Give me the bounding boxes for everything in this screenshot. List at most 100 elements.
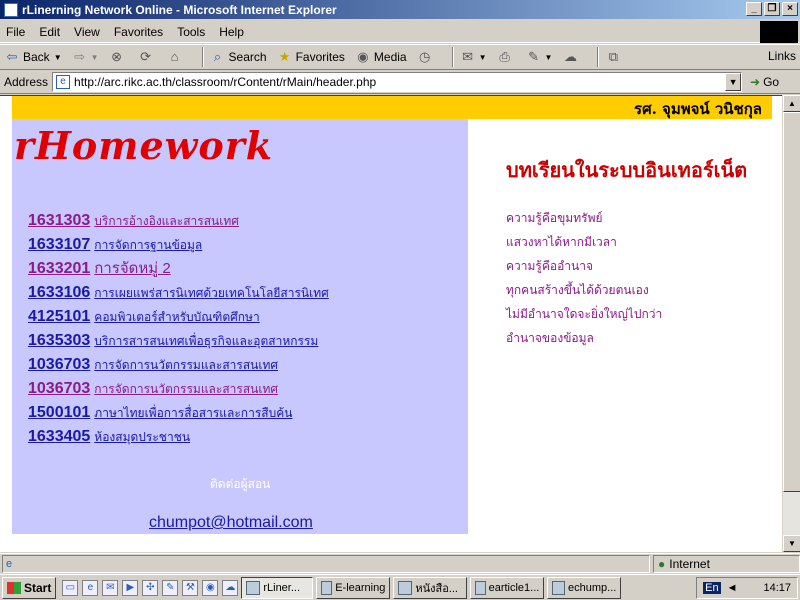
task-button[interactable]: E-learning <box>316 576 391 599</box>
course-link[interactable]: 1036703 การจัดการนวัตกรรมและสารสนเทศ <box>28 353 329 377</box>
app-task-icon <box>552 580 566 595</box>
window-title: rLinerning Network Online - Microsoft In… <box>22 2 337 17</box>
course-link[interactable]: 1633201 การจัดหมู่ 2 <box>28 257 329 281</box>
scroll-thumb[interactable] <box>783 112 800 492</box>
globe-icon: ● <box>658 556 666 571</box>
back-arrow-icon: ⇦ <box>6 49 18 64</box>
task-button[interactable]: echump... <box>547 576 622 599</box>
ie-quick-icon[interactable]: e <box>82 579 99 596</box>
menu-favorites[interactable]: Favorites <box>114 25 163 39</box>
edit-button[interactable]: ✎ ▼ <box>526 49 552 65</box>
minimize-button[interactable]: _ <box>746 2 762 16</box>
scroll-down-icon[interactable]: ▼ <box>783 535 800 552</box>
course-title: ภาษาไทยเพื่อการสื่อสารและการสืบค้น <box>94 406 293 420</box>
page-content: รศ. จุมพจน์ วนิชกุล rHomework 1631303 บริ… <box>0 95 782 552</box>
toolbar-separator <box>597 47 600 67</box>
volume-icon[interactable]: ◄ <box>727 582 738 594</box>
course-code: 1633201 <box>28 260 91 277</box>
back-button[interactable]: ⇦ Back ▼ <box>4 49 62 65</box>
quote-line: ทุกคนสร้างขึ้นได้ด้วยตนเอง <box>506 283 649 297</box>
status-bar: e ● Internet <box>0 553 800 573</box>
messenger-button[interactable]: ⧉ <box>605 49 624 65</box>
favorites-button[interactable]: ★ Favorites <box>277 49 345 65</box>
app-icon[interactable]: ⚒ <box>182 579 199 596</box>
quick-launch: ▭ e ✉ ▶ ✣ ✎ ⚒ ◉ ☁ <box>62 579 239 596</box>
links-button[interactable]: Links <box>768 49 796 63</box>
app-icon[interactable]: ☁ <box>222 579 239 596</box>
course-title: การเผยแพร่สารนิเทศด้วยเทคโนโลยีสารนิเทศ <box>94 286 329 300</box>
menu-view[interactable]: View <box>74 25 100 39</box>
course-link[interactable]: 1500101 ภาษาไทยเพื่อการสื่อสารและการสืบค้… <box>28 401 329 425</box>
course-link[interactable]: 1633106 การเผยแพร่สารนิเทศด้วยเทคโนโลยีสา… <box>28 281 329 305</box>
course-code: 1036703 <box>28 380 91 397</box>
search-button[interactable]: ⌕ Search <box>210 49 267 65</box>
start-button[interactable]: Start <box>2 576 57 599</box>
close-button[interactable]: × <box>782 2 798 16</box>
menu-edit[interactable]: Edit <box>39 25 60 39</box>
page-status-icon: e <box>6 557 13 570</box>
desktop-icon[interactable]: ▭ <box>62 579 79 596</box>
task-label: echump... <box>568 581 617 594</box>
task-label: E-learning <box>335 581 386 594</box>
course-code: 1633106 <box>28 284 91 301</box>
address-input[interactable]: e http://arc.rikc.ac.th/classroom/rConte… <box>52 71 743 92</box>
maximize-button[interactable]: ❐ <box>764 2 780 16</box>
mail-button[interactable]: ✉ ▼ <box>460 49 486 65</box>
task-button[interactable]: earticle1... <box>470 576 545 599</box>
vertical-scrollbar[interactable]: ▲ ▼ <box>782 95 800 552</box>
course-link[interactable]: 1635303 บริการสารสนเทศเพื่อธุรกิจและอุตสา… <box>28 329 329 353</box>
address-dropdown-icon[interactable]: ▼ <box>725 72 742 91</box>
address-url: http://arc.rikc.ac.th/classroom/rContent… <box>74 74 377 89</box>
app-task-icon <box>398 580 413 595</box>
task-label: rLiner... <box>263 581 301 594</box>
discuss-button[interactable]: ☁ <box>562 49 581 65</box>
history-button[interactable]: ◷ <box>417 49 436 65</box>
windows-flag-icon <box>7 581 21 594</box>
forward-arrow-icon: ⇨ <box>74 49 86 64</box>
refresh-button[interactable]: ⟳ <box>138 49 157 65</box>
menu-tools[interactable]: Tools <box>177 25 205 39</box>
task-button[interactable]: rLiner... <box>241 576 314 599</box>
course-title: บริการอ้างอิงและสารสนเทศ <box>94 214 239 228</box>
go-button[interactable]: ➜ Go <box>750 75 779 89</box>
mail-icon: ✉ <box>462 49 474 64</box>
media-player-icon[interactable]: ▶ <box>122 579 139 596</box>
app-icon[interactable]: ✎ <box>162 579 179 596</box>
app-icon[interactable]: ✣ <box>142 579 159 596</box>
menu-help[interactable]: Help <box>219 25 244 39</box>
course-link[interactable]: 1631303 บริการอ้างอิงและสารสนเทศ <box>28 209 329 233</box>
course-code: 4125101 <box>28 308 91 325</box>
quote-line: แสวงหาได้หากมีเวลา <box>506 235 617 249</box>
page-icon: e <box>56 74 71 89</box>
media-button[interactable]: ◉ Media <box>355 49 406 65</box>
favorites-icon: ★ <box>278 49 291 64</box>
home-button[interactable]: ⌂ <box>167 49 186 65</box>
course-code: 1500101 <box>28 404 91 421</box>
address-bar: Address e http://arc.rikc.ac.th/classroo… <box>0 70 800 94</box>
course-title: ห้องสมุดประชาชน <box>94 430 191 444</box>
language-indicator[interactable]: En <box>703 582 721 594</box>
zone-label: Internet <box>669 556 710 571</box>
toolbar-separator <box>451 47 454 67</box>
forward-button[interactable]: ⇨ ▼ <box>72 49 98 65</box>
menu-file[interactable]: File <box>6 25 25 39</box>
task-button[interactable]: หนังสือ... <box>393 576 468 599</box>
course-link[interactable]: 1633405 ห้องสมุดประชาชน <box>28 425 329 449</box>
menu-bar: File Edit View Favorites Tools Help <box>0 21 800 43</box>
home-icon: ⌂ <box>170 49 179 64</box>
quote-line: ความรู้คืออำนาจ <box>506 259 594 273</box>
stop-button[interactable]: ⊗ <box>109 49 128 65</box>
course-link[interactable]: 4125101 คอมพิวเตอร์สำหรับบัณฑิตศึกษา <box>28 305 329 329</box>
app-icon[interactable]: ◉ <box>202 579 219 596</box>
go-arrow-icon: ➜ <box>750 74 761 89</box>
course-link[interactable]: 1036703 การจัดการนวัตกรรมและสารสนเทศ <box>28 377 329 401</box>
scroll-up-icon[interactable]: ▲ <box>783 95 800 112</box>
media-icon: ◉ <box>357 49 369 64</box>
email-link[interactable]: chumpot@hotmail.com <box>149 514 313 532</box>
course-code: 1635303 <box>28 332 91 349</box>
search-label: Search <box>228 50 267 64</box>
course-link[interactable]: 1633107 การจัดการฐานข้อมูล <box>28 233 329 257</box>
quote-list: ความรู้คือขุมทรัพย์ แสวงหาได้หากมีเวลา ค… <box>506 206 662 350</box>
print-button[interactable]: ⎙ <box>497 49 516 65</box>
outlook-icon[interactable]: ✉ <box>102 579 119 596</box>
